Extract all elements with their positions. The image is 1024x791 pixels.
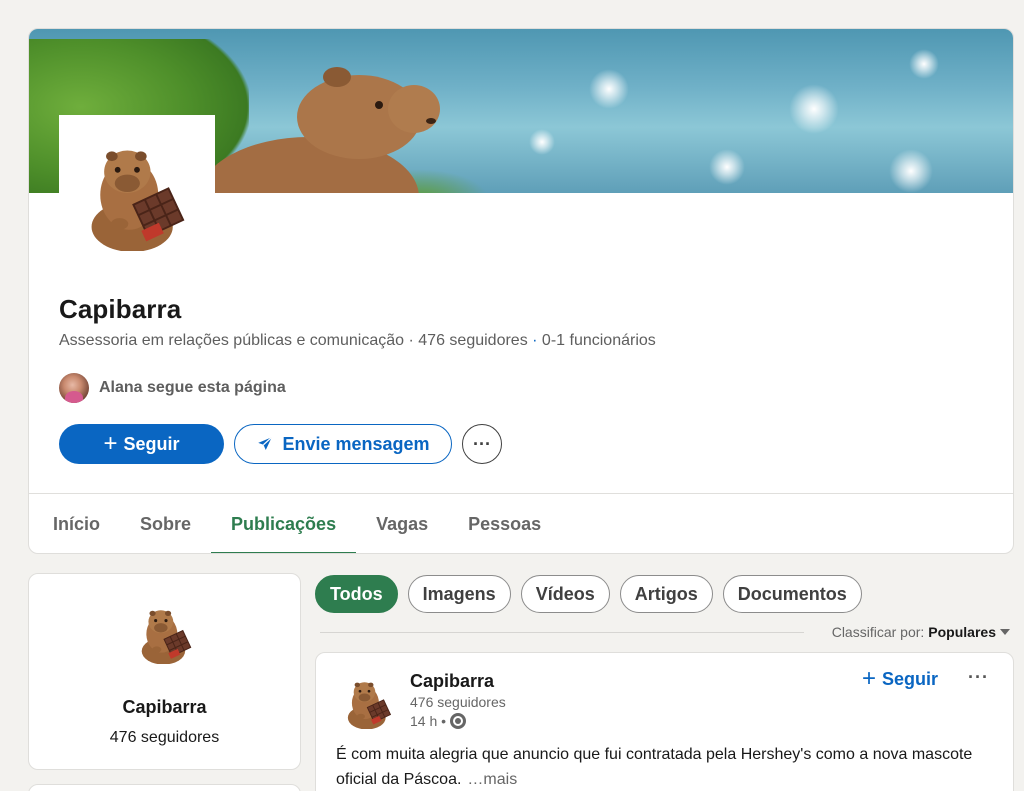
connection-follows[interactable]: Alana segue esta página — [59, 373, 286, 403]
tab-pessoas[interactable]: Pessoas — [448, 494, 561, 553]
sort-value: Populares — [928, 624, 996, 640]
post-text: É com muita alegria que anuncio que fui … — [336, 746, 973, 788]
filter-imagens[interactable]: Imagens — [407, 575, 511, 613]
ellipsis-icon: ··· — [473, 433, 491, 454]
tab-vagas[interactable]: Vagas — [356, 494, 448, 553]
action-buttons: + Seguir Envie mensagem ··· — [59, 424, 502, 464]
company-meta: Assessoria em relações públicas e comuni… — [59, 332, 656, 349]
page-tabs: Início Sobre Publicações Vagas Pessoas — [29, 494, 561, 553]
plus-icon: + — [103, 430, 118, 457]
sort-dropdown[interactable]: Classificar por: Populares — [832, 624, 1010, 640]
capybara-logo-icon — [79, 135, 195, 251]
company-logo[interactable] — [59, 115, 215, 271]
follow-button[interactable]: + Seguir — [59, 424, 224, 464]
avatar — [59, 373, 89, 403]
connection-follows-text: Alana segue esta página — [99, 379, 286, 396]
divider — [320, 632, 804, 633]
send-icon — [258, 436, 273, 450]
side-card-secondary — [28, 784, 301, 791]
sort-prefix: Classificar por: — [831, 624, 925, 640]
more-options-button[interactable]: ··· — [462, 424, 502, 464]
post-author-followers: 476 seguidores — [410, 694, 506, 710]
tab-publicacoes[interactable]: Publicações — [211, 494, 357, 553]
filter-documentos[interactable]: Documentos — [722, 575, 862, 613]
plus-icon: + — [862, 665, 877, 692]
capybara-logo-icon[interactable] — [342, 675, 396, 729]
post-more-options-icon[interactable]: ··· — [968, 667, 989, 688]
globe-icon — [450, 713, 467, 729]
filter-videos[interactable]: Vídeos — [520, 575, 610, 613]
tab-sobre[interactable]: Sobre — [120, 494, 211, 553]
post-body: É com muita alegria que anuncio que fui … — [336, 742, 996, 791]
post-timestamp: 14 h • — [410, 713, 467, 729]
message-button[interactable]: Envie mensagem — [234, 424, 452, 464]
feed-post: Capibarra 476 seguidores 14 h • + Seguir… — [315, 652, 1014, 791]
see-more-link[interactable]: …mais — [467, 771, 517, 788]
side-card-followers: 476 seguidores — [109, 729, 220, 746]
capybara-logo-icon[interactable] — [135, 602, 197, 664]
company-name: Capibarra — [59, 294, 182, 324]
post-follow-button[interactable]: + Seguir — [862, 667, 938, 691]
filter-todos[interactable]: Todos — [315, 575, 398, 613]
tab-inicio[interactable]: Início — [29, 494, 120, 553]
company-side-card: Capibarra 476 seguidores — [28, 573, 301, 770]
side-card-name[interactable]: Capibarra — [29, 697, 300, 718]
post-filters: Todos Imagens Vídeos Artigos Documentos — [315, 575, 872, 613]
post-author[interactable]: Capibarra — [410, 671, 494, 692]
caret-down-icon — [1000, 629, 1010, 635]
company-header-card: Capibarra Assessoria em relações pública… — [28, 28, 1014, 554]
company-followers[interactable]: 476 seguidores — [418, 332, 527, 349]
filter-artigos[interactable]: Artigos — [619, 575, 713, 613]
company-employees[interactable]: 0-1 funcionários — [542, 332, 656, 349]
company-industry: Assessoria em relações públicas e comuni… — [59, 332, 405, 349]
cover-capybara — [209, 67, 440, 193]
